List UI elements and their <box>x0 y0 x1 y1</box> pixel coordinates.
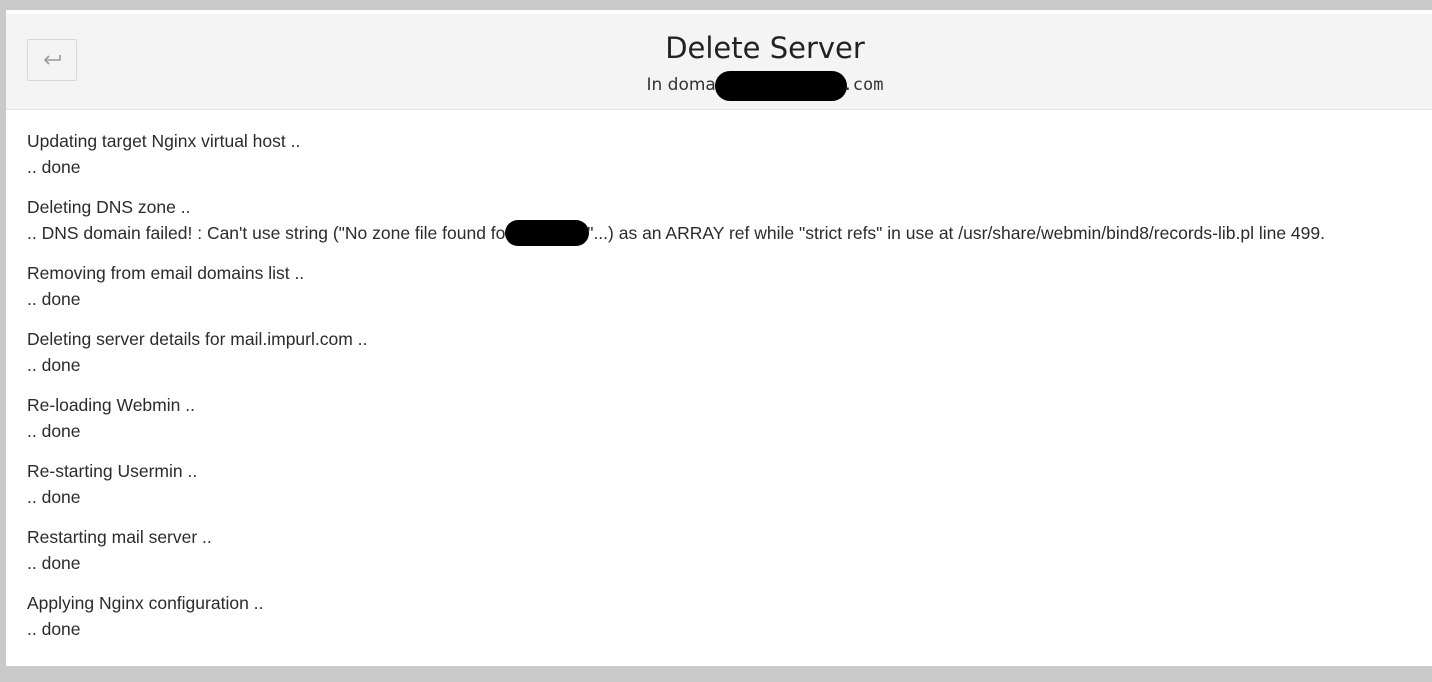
log-message: Deleting DNS zone .. <box>27 197 191 217</box>
log-message: Restarting mail server .. <box>27 527 212 547</box>
log-message: Re-loading Webmin .. <box>27 395 195 415</box>
log-message: Deleting server details for mail.impurl.… <box>27 329 368 349</box>
log-result: .. done <box>27 487 81 507</box>
log-result: .. done <box>27 289 81 309</box>
redaction-mark <box>505 220 590 246</box>
error-text-start: .. DNS domain failed! : Can't use string… <box>27 223 512 243</box>
log-message: Applying Nginx configuration .. <box>27 593 264 613</box>
log-result: .. done <box>27 553 81 573</box>
log-entry: Re-loading Webmin .. .. done <box>27 392 1422 444</box>
log-entry: Deleting DNS zone .. .. DNS domain faile… <box>27 194 1422 246</box>
log-result: .. done <box>27 421 81 441</box>
title-block: Delete Server In domai .com <box>6 28 1432 101</box>
log-message: Removing from email domains list .. <box>27 263 305 283</box>
log-result: .. done <box>27 157 81 177</box>
log-entry: Restarting mail server .. .. done <box>27 524 1422 576</box>
log-result: .. done <box>27 355 81 375</box>
log-entry: Removing from email domains list .. .. d… <box>27 260 1422 312</box>
log-result: .. done <box>27 619 81 639</box>
subtitle-suffix: .com <box>842 75 884 95</box>
log-entry: Updating target Nginx virtual host .. ..… <box>27 128 1422 180</box>
log-entry: Re-starting Usermin .. .. done <box>27 458 1422 510</box>
redaction-mark <box>714 71 847 101</box>
log-entry: Deleting server details for mail.impurl.… <box>27 326 1422 378</box>
log-message: Re-starting Usermin .. <box>27 461 198 481</box>
page-title: Delete Server <box>665 31 865 65</box>
page-header: Delete Server In domai .com <box>6 14 1432 110</box>
page-subtitle: In domai .com <box>646 70 884 101</box>
error-text-end: "...) as an ARRAY ref while "strict refs… <box>587 223 1325 243</box>
log-message: Updating target Nginx virtual host .. <box>27 131 301 151</box>
subtitle-prefix: In domai <box>646 75 721 95</box>
content-panel: Delete Server In domai .com Updating tar… <box>6 10 1432 666</box>
log-result-error: .. DNS domain failed! : Can't use string… <box>27 220 1422 246</box>
progress-log: Updating target Nginx virtual host .. ..… <box>27 128 1422 656</box>
log-entry: Applying Nginx configuration .. .. done <box>27 590 1422 642</box>
